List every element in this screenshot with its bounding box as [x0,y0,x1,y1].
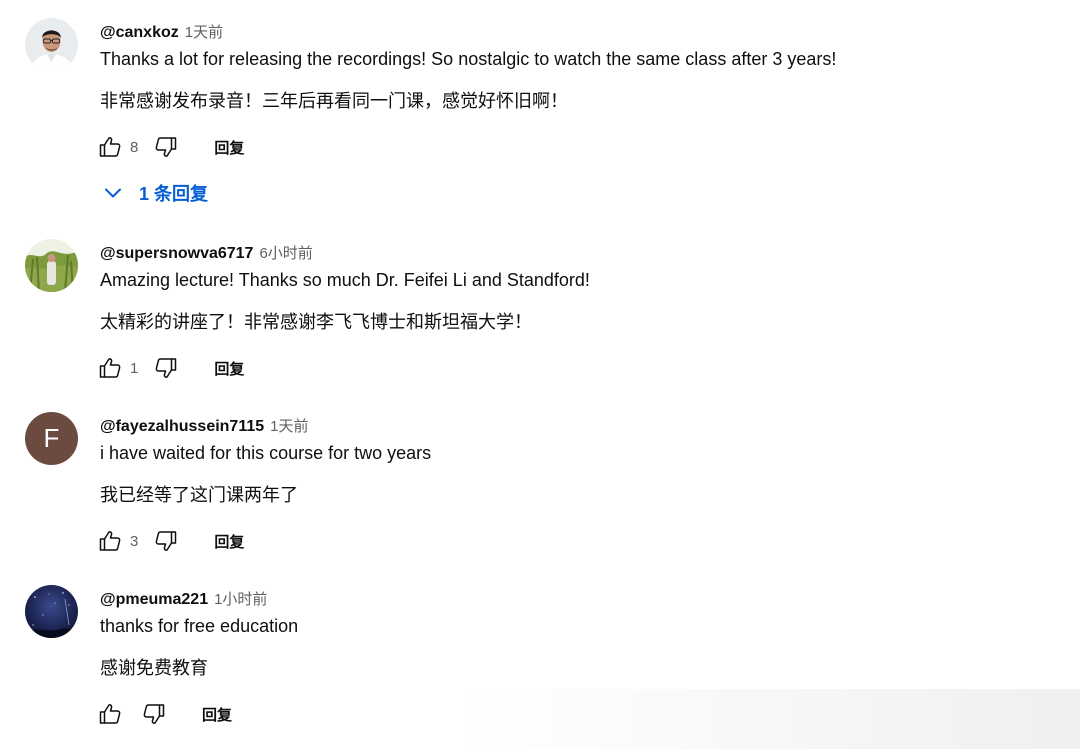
like-button[interactable] [96,527,124,555]
comment-timestamp[interactable]: 1天前 [270,415,308,436]
like-count: 1 [130,359,139,377]
comment-actions: 8 回复 [96,133,244,161]
thumb-up-icon [99,704,121,724]
comment-text: thanks for free education [100,616,299,636]
avatar[interactable] [25,18,78,71]
thumb-up-icon [99,137,121,157]
bottom-fade-overlay [460,689,1080,749]
comment-timestamp[interactable]: 1天前 [185,21,223,42]
like-button[interactable] [96,354,124,382]
like-button[interactable] [96,133,124,161]
comment-text-translation: 我已经等了这门课两年了 [100,485,298,505]
avatar[interactable] [25,239,78,292]
avatar[interactable]: F [25,412,78,465]
comment-actions: 回复 [96,700,232,728]
avatar[interactable] [25,585,78,638]
thumb-up-icon [99,358,121,378]
comments-section: @canxkoz 1天前 Thanks a lot for releasing … [0,0,1080,749]
dislike-button[interactable] [152,527,180,555]
comment-actions: 1 回复 [96,354,244,382]
comment-author[interactable]: @pmeuma221 [100,591,208,609]
thumb-up-icon [99,531,121,551]
comment-text: i have waited for this course for two ye… [100,443,432,463]
reply-button[interactable]: 回复 [214,137,244,158]
thumb-down-icon [155,531,177,551]
avatar-letter: F [43,423,60,453]
comment-author[interactable]: @canxkoz [100,24,179,42]
dislike-button[interactable] [140,700,168,728]
comment-text-translation: 太精彩的讲座了！非常感谢李飞飞博士和斯坦福大学！ [100,312,532,332]
comment-text: Amazing lecture! Thanks so much Dr. Feif… [100,270,590,290]
thumb-down-icon [155,137,177,157]
reply-button[interactable]: 回复 [214,358,244,379]
comment-text-translation: 非常感谢发布录音！三年后再看同一门课，感觉好怀旧啊！ [100,91,568,111]
comment-timestamp[interactable]: 1小时前 [214,588,267,609]
like-button[interactable] [96,700,124,728]
comment-author[interactable]: @fayezalhussein7115 [100,418,264,436]
thumb-down-icon [143,704,165,724]
like-count: 8 [130,138,139,156]
dislike-button[interactable] [152,133,180,161]
comment-timestamp[interactable]: 6小时前 [259,242,312,263]
reply-button[interactable]: 回复 [214,531,244,552]
comment-author[interactable]: @supersnowva6717 [100,245,253,263]
comment-text-translation: 感谢免费教育 [100,658,208,678]
replies-count-label: 1 条回复 [139,184,209,204]
like-count: 3 [130,532,139,550]
reply-button[interactable]: 回复 [202,704,232,725]
chevron-down-icon [105,188,121,198]
dislike-button[interactable] [152,354,180,382]
thumb-down-icon [155,358,177,378]
comment-text: Thanks a lot for releasing the recording… [100,49,837,69]
view-replies-button[interactable]: 1 条回复 [103,179,208,207]
comment-actions: 3 回复 [96,527,244,555]
